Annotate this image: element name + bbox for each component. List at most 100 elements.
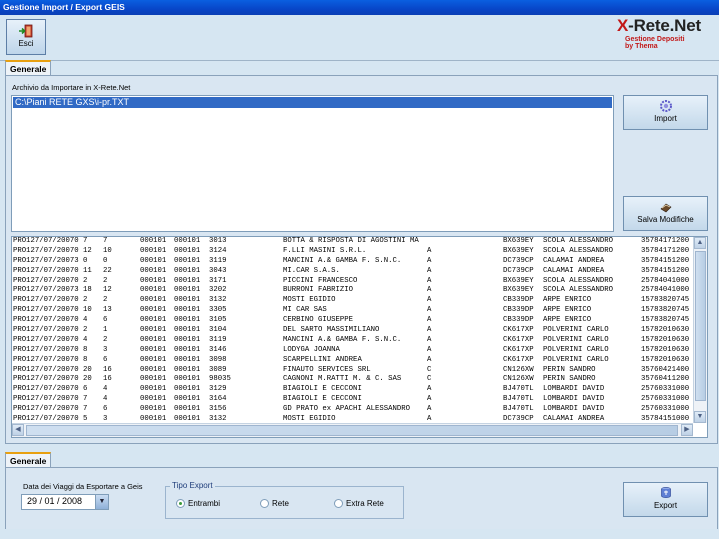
table-cell: PRO127/07/20070 [13, 306, 79, 315]
table-cell: 6 [83, 385, 88, 394]
table-cell: 15783820745 [641, 296, 690, 305]
table-row[interactable]: PRO127/07/20070 10 13 000101 000101 3305 MI CA… [12, 306, 693, 316]
table-cell: CN126XW [503, 365, 534, 374]
import-button[interactable]: Import [623, 95, 708, 130]
table-cell: LOMBARDI DAVID [543, 395, 605, 404]
table-cell: MOSTI EGIDIO [283, 296, 336, 305]
table-cell: POLVERINI CARLO [543, 335, 609, 344]
table-cell: CALAMAI ANDREA [543, 266, 605, 275]
table-row[interactable]: PRO127/07/20070 7 7 000101 000101 3013 BOTTA &… [12, 237, 693, 247]
archive-list-item[interactable]: C:\Piani RETE GXS\i-pr.TXT [13, 97, 612, 108]
table-cell: CB339DP [503, 296, 534, 305]
table-row[interactable]: PRO127/07/20070 7 6 000101 000101 3156 GD PRAT… [12, 405, 693, 415]
table-cell: 000101 [174, 286, 201, 295]
table-cell: C [427, 375, 432, 384]
esci-button[interactable]: Esci [6, 19, 46, 55]
records-grid[interactable]: PRO127/07/20070 7 7 000101 000101 3013 BOTTA &… [11, 236, 708, 438]
table-row[interactable]: PRO127/07/20070 4 2 000101 000101 3119 MANCINI… [12, 336, 693, 346]
table-row[interactable]: PRO127/07/20070 6 4 000101 000101 3129 BIAGIOL… [12, 385, 693, 395]
scroll-down-icon[interactable]: ▼ [694, 411, 706, 423]
logo-line1: Gestione Depositi [625, 36, 685, 43]
table-cell: CB339DP [503, 316, 534, 325]
export-button[interactable]: Export [623, 482, 708, 517]
table-cell: 2 [103, 296, 108, 305]
table-cell: C [427, 365, 432, 374]
table-cell: 3146 [209, 345, 227, 354]
table-cell: PRO127/07/20070 [13, 415, 79, 423]
window-title: Gestione Import / Export GEIS [0, 0, 719, 15]
table-row[interactable]: PRO127/07/20070 4 6 000101 000101 3105 CERBINO… [12, 316, 693, 326]
table-cell: 3 [103, 345, 108, 354]
table-cell: LOMBARDI DAVID [543, 405, 605, 414]
table-cell: 000101 [140, 405, 167, 414]
table-cell: A [427, 296, 432, 305]
table-cell: 25760331000 [641, 385, 690, 394]
table-cell: 000101 [174, 276, 201, 285]
table-cell: 22 [103, 266, 112, 275]
table-cell: 3 [103, 415, 108, 423]
table-cell: F.LLI MASINI S.R.L. [283, 246, 367, 255]
table-row[interactable]: PRO127/07/20070 8 6 000101 000101 3098 SCARPEL… [12, 356, 693, 366]
table-cell: CN126XW [503, 375, 534, 384]
table-cell: 7 [103, 237, 108, 245]
table-cell: SCOLA ALESSANDRO [543, 237, 614, 245]
scroll-right-icon[interactable]: ▶ [681, 424, 693, 436]
table-cell: PRO127/07/20070 [13, 335, 79, 344]
table-cell: 18 [83, 286, 92, 295]
table-cell: 5 [83, 415, 88, 423]
table-cell: FINAUTO SERVICES SRL [283, 365, 371, 374]
table-row[interactable]: PRO127/07/20073 0 0 000101 000101 3119 MANCINI… [12, 257, 693, 267]
horizontal-scrollbar[interactable]: ◀ ▶ [12, 423, 693, 437]
table-row[interactable]: PRO127/07/20070 12 10 000101 000101 3124 F.LLI… [12, 247, 693, 257]
radio-entrambi[interactable]: Entrambi [176, 499, 221, 509]
import-label: Import [654, 114, 677, 123]
table-row[interactable]: PRO127/07/20070 5 3 000101 000101 3132 MOSTI E… [12, 415, 693, 423]
table-cell: PRO127/07/20070 [13, 395, 79, 404]
table-cell: BOTTA & RISPOSTA DI AGOSTINI MA [283, 237, 419, 245]
table-cell: 4 [83, 335, 88, 344]
table-cell: 4 [103, 395, 108, 404]
table-cell: 000101 [174, 246, 201, 255]
table-cell: 25760331000 [641, 405, 690, 414]
table-cell: ARPE ENRICO [543, 296, 592, 305]
radio-entrambi-label: Entrambi [188, 499, 221, 508]
table-cell: BX639EY [503, 286, 534, 295]
table-cell: 15782010630 [641, 326, 690, 335]
table-cell: SCARPELLINI ANDREA [283, 355, 362, 364]
table-row[interactable]: PRO127/07/20070 20 16 000101 000101 3089 FINAU… [12, 366, 693, 376]
vertical-scrollbar[interactable]: ▲ ▼ [693, 237, 707, 423]
table-cell: PRO127/07/20070 [13, 316, 79, 325]
table-row[interactable]: PRO127/07/20070 20 16 000101 000101 98035 CAGN… [12, 375, 693, 385]
table-row[interactable]: PRO127/07/20070 8 3 000101 000101 3146 LODYGA … [12, 346, 693, 356]
radio-rete[interactable]: Rete [260, 499, 289, 509]
archive-listbox[interactable]: C:\Piani RETE GXS\i-pr.TXT [11, 95, 614, 232]
radio-dot-icon [260, 499, 269, 509]
horizontal-scroll-thumb[interactable] [26, 425, 678, 436]
table-row[interactable]: PRO127/07/20070 2 1 000101 000101 3104 DEL SAR… [12, 326, 693, 336]
scroll-left-icon[interactable]: ◀ [12, 424, 24, 436]
chevron-down-icon[interactable]: ▼ [95, 495, 108, 509]
table-cell: PERIN SANDRO [543, 375, 596, 384]
table-cell: PRO127/07/20070 [13, 345, 79, 354]
save-changes-button[interactable]: Salva Modifiche [623, 196, 708, 231]
radio-extra-rete[interactable]: Extra Rete [334, 499, 384, 509]
export-database-icon [660, 487, 671, 498]
table-cell: 15782010630 [641, 335, 690, 344]
table-cell: PRO127/07/20070 [13, 237, 79, 245]
table-cell: POLVERINI CARLO [543, 345, 609, 354]
table-row[interactable]: PRO127/07/20070 7 4 000101 000101 3164 BIAGIOL… [12, 395, 693, 405]
table-row[interactable]: PRO127/07/20070 11 22 000101 000101 3043 MI.CA… [12, 267, 693, 277]
tab-generale-bottom[interactable]: Generale [5, 452, 52, 468]
table-cell: BX639EY [503, 237, 534, 245]
table-row[interactable]: PRO127/07/20073 18 12 000101 000101 3202 BURRO… [12, 286, 693, 296]
save-notebook-icon [660, 203, 671, 213]
date-picker[interactable]: 29 / 01 / 2008 ▼ [21, 494, 109, 510]
vertical-scroll-thumb[interactable] [695, 251, 706, 401]
tab-generale-top[interactable]: Generale [5, 60, 52, 76]
table-cell: 000101 [140, 345, 167, 354]
scroll-up-icon[interactable]: ▲ [694, 237, 706, 249]
table-cell: PRO127/07/20070 [13, 375, 79, 384]
table-cell: DC739CP [503, 415, 534, 423]
table-row[interactable]: PRO127/07/20070 2 2 000101 000101 3171 PICCINI… [12, 277, 693, 287]
table-row[interactable]: PRO127/07/20070 2 2 000101 000101 3132 MOSTI E… [12, 296, 693, 306]
